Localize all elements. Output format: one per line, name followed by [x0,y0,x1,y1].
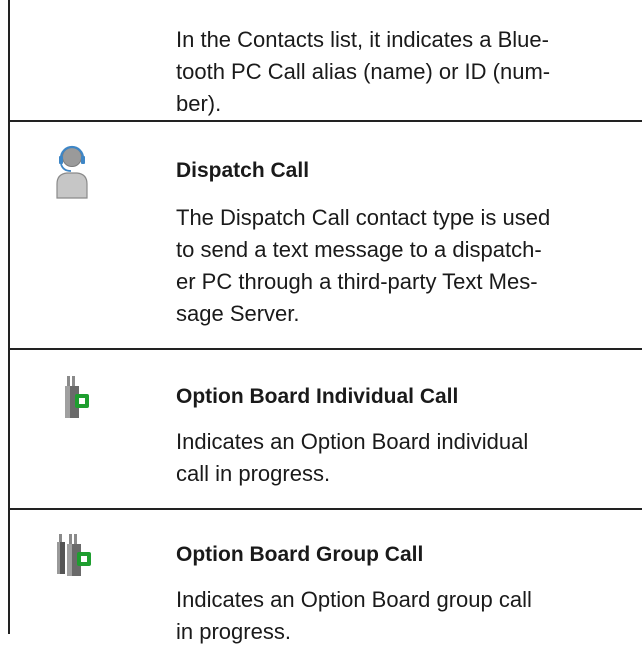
bluetooth-pc-call-text: In the Contacts list, it indicates a Blu… [176,24,636,120]
row-divider [8,508,642,510]
option-board-group-call-description: Indicates an Option Board group call in … [176,587,532,644]
option-board-individual-call-icon [45,374,105,422]
option-board-individual-call-text: Option Board Individual Call Indicates a… [176,384,636,490]
option-board-group-call-icon [45,532,105,580]
option-board-individual-call-description: Indicates an Option Board individual cal… [176,429,529,486]
row-divider [8,348,642,350]
dispatch-call-text: Dispatch Call The Dispatch Call contact … [176,158,636,330]
row-divider [8,120,642,122]
dispatch-call-title: Dispatch Call [176,159,310,182]
option-board-individual-call-title: Option Board Individual Call [176,385,459,408]
bluetooth-pc-call-description: In the Contacts list, it indicates a Blu… [176,27,551,116]
dispatch-call-description: The Dispatch Call contact type is used t… [176,205,551,326]
dispatch-call-icon [45,144,105,199]
option-board-group-call-text: Option Board Group Call Indicates an Opt… [176,542,636,648]
icon-reference-table: In the Contacts list, it indicates a Blu… [0,0,642,644]
option-board-group-call-title: Option Board Group Call [176,543,424,566]
